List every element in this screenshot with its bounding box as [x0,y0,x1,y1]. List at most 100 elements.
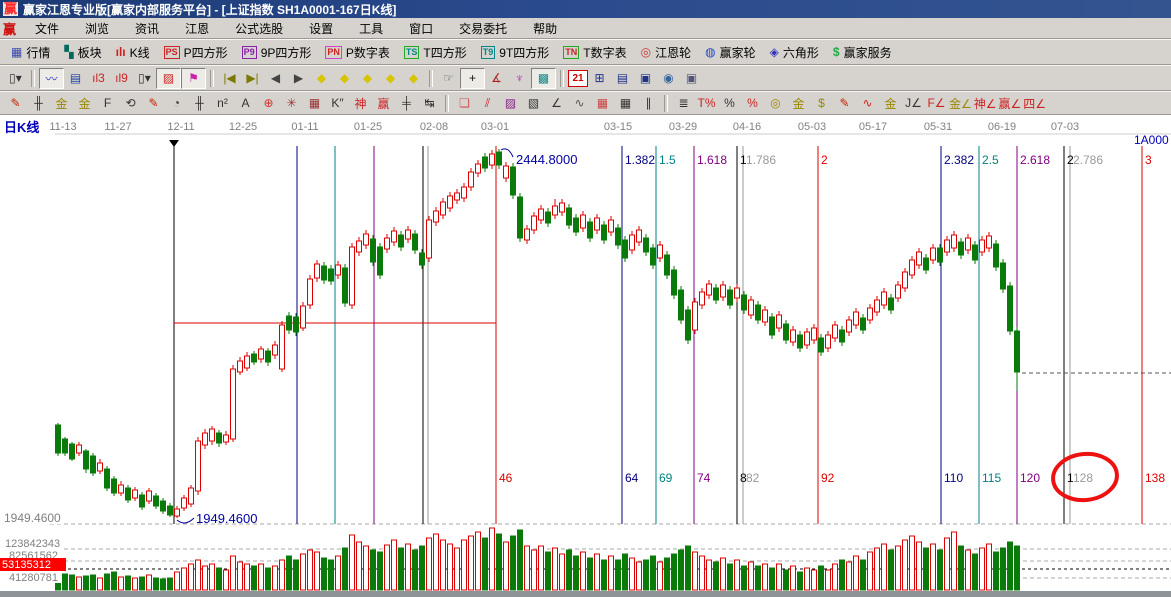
grid-tool[interactable]: ╫ [27,94,50,113]
next-button[interactable]: ▶ [287,69,310,88]
menu-bar: 赢 文件 浏览 资讯 江恩 公式选股 设置 工具 窗口 交易委托 帮助 [0,18,1171,39]
width-tool[interactable]: ↹ [418,94,441,113]
pen2-tool[interactable]: ✎ [142,94,165,113]
dollar-tool[interactable]: $ [810,94,833,113]
info-panel-button[interactable]: ▤ [64,69,87,88]
winner-wheel-button[interactable]: ◍ 赢家轮 [698,42,763,62]
zoom-left-button[interactable]: ◆ [310,69,333,88]
pattern-toggle[interactable]: ▨ [156,67,181,89]
bars3-button[interactable]: ıl3 [87,69,110,88]
menu-item-3[interactable]: 资讯 [122,20,172,37]
p-number-table-button[interactable]: PN P数字表 [318,42,397,62]
menu-item-8[interactable]: 窗口 [396,20,446,37]
percent-tool[interactable]: % [718,94,741,113]
spiral-tool[interactable]: ⟲ [119,94,142,113]
ying-angle-tool[interactable]: 赢∠ [998,94,1023,113]
sectors-button-icon: ▚ [64,45,74,59]
zoom-right-button[interactable]: ◆ [333,69,356,88]
menu-item-7[interactable]: 工具 [346,20,396,37]
first-page-button[interactable]: |◀ [218,69,241,88]
winner-service-button[interactable]: $ 赢家服务 [826,42,899,62]
si-angle-tool[interactable]: 四∠ [1022,94,1047,113]
menu-item-6[interactable]: 设置 [296,20,346,37]
candle-style-button[interactable]: ▯▾ [133,69,156,88]
wave2-tool[interactable]: ∿ [856,94,879,113]
dial-tool[interactable]: ◔ [165,94,188,113]
square-of-nine-tool[interactable]: n² [211,94,234,113]
angle-lines-tool[interactable]: ∠ [545,94,568,113]
sectors-button[interactable]: ▚ 板块 [57,42,108,62]
grid2-tool[interactable]: ╫ [188,94,211,113]
kline-button[interactable]: ılı K线 [109,42,157,62]
market-quotes-button[interactable]: ▦ 行情 [4,42,57,62]
last-page-button[interactable]: ▶| [241,69,264,88]
kline-chart[interactable]: 11-13 11-27 12-11 12-25 01-11 01-25 02-08 03-01… [0,115,1171,591]
bars9-button[interactable]: ıl9 [110,69,133,88]
grid-arrow-tool[interactable]: ▦ [614,94,637,113]
gold-grid2-tool[interactable]: 金 [73,94,96,113]
t-percent-tool[interactable]: T% [695,94,718,113]
j-angle-tool[interactable]: J∠ [902,94,925,113]
cycle-tool[interactable]: ▩ [531,67,556,89]
pen-tool[interactable]: ✎ [4,94,27,113]
wave-tool[interactable]: ∿ [568,94,591,113]
target-tool[interactable]: ⊕ [257,94,280,113]
draw-flag-toggle[interactable]: ⚑ [181,67,206,89]
save-button[interactable]: ▣ [634,69,657,88]
fan-tool[interactable]: ⫽ [476,94,499,113]
pan-tool[interactable]: ☞ [437,69,460,88]
9p-square-button[interactable]: P9 9P四方形 [235,42,319,62]
kline-style-combo[interactable]: ▯▾ [4,69,27,88]
prev-button[interactable]: ◀ [264,69,287,88]
gann-tool[interactable]: ♆ [508,69,531,88]
menu-item-1[interactable]: 文件 [22,20,72,37]
star-tool[interactable]: ✳ [280,94,303,113]
gold-angle-tool[interactable]: 金∠ [948,94,973,113]
angle-tool[interactable]: ∡ [485,69,508,88]
fan-box2-tool[interactable]: ▧ [522,94,545,113]
apex-tool[interactable]: A [234,94,257,113]
shen-tool[interactable]: 神 [349,94,372,113]
menu-item-10[interactable]: 帮助 [520,20,570,37]
kline-button-label: K线 [129,45,150,60]
parallel-tool[interactable]: ∥ [637,94,660,113]
grid-star-tool[interactable]: ▦ [303,94,326,113]
gann-wheel-button[interactable]: ◎ 江恩轮 [634,42,699,62]
menu-item-5[interactable]: 公式选股 [222,20,296,37]
expand-button[interactable]: ◆ [356,69,379,88]
shen-angle-tool[interactable]: 神∠ [973,94,998,113]
t-square-button[interactable]: TS T四方形 [397,42,474,62]
notes-button[interactable]: ▤ [611,69,634,88]
save-web-button[interactable]: ◉ [657,69,680,88]
gold-underline-tool[interactable]: 金 [879,94,902,113]
crosshair-tool[interactable]: + [460,67,485,89]
calculator-button[interactable]: ⊞ [588,69,611,88]
fit-button[interactable]: ◆ [402,69,425,88]
p-number-table-button-icon: PN [325,45,342,59]
menu-item-9[interactable]: 交易委托 [446,20,520,37]
menu-item-2[interactable]: 浏览 [72,20,122,37]
fan-box-tool[interactable]: ▨ [499,94,522,113]
save-pc-button[interactable]: ▣ [680,69,703,88]
hexagon-button[interactable]: ◈ 六角形 [763,42,826,62]
t-number-table-button[interactable]: TN T数字表 [556,42,633,62]
zigzag-view-toggle[interactable]: 〰 [39,67,64,89]
compress-button[interactable]: ◆ [379,69,402,88]
gold-line-tool[interactable]: 金 [787,94,810,113]
9t-square-button[interactable]: T9 9T四方形 [474,42,557,62]
box-tool[interactable]: ❏ [453,94,476,113]
ying-tool[interactable]: 赢 [372,94,395,113]
gold-circle-tool[interactable]: ◎ [764,94,787,113]
f-angle-tool[interactable]: F∠ [925,94,948,113]
red-grid-tool[interactable]: ▦ [591,94,614,113]
gold-grid-tool[interactable]: 金 [50,94,73,113]
price-ladder-tool[interactable]: ≣ [672,94,695,113]
f-grid-tool[interactable]: F [96,94,119,113]
p-square-button[interactable]: PS P四方形 [157,42,235,62]
k-note-tool[interactable]: K″ [326,94,349,113]
menu-item-4[interactable]: 江恩 [172,20,222,37]
pen3-tool[interactable]: ✎ [833,94,856,113]
calendar-button[interactable]: 21 [568,69,588,87]
percent-line-tool[interactable]: % [741,94,764,113]
ruler-tool[interactable]: ╪ [395,94,418,113]
